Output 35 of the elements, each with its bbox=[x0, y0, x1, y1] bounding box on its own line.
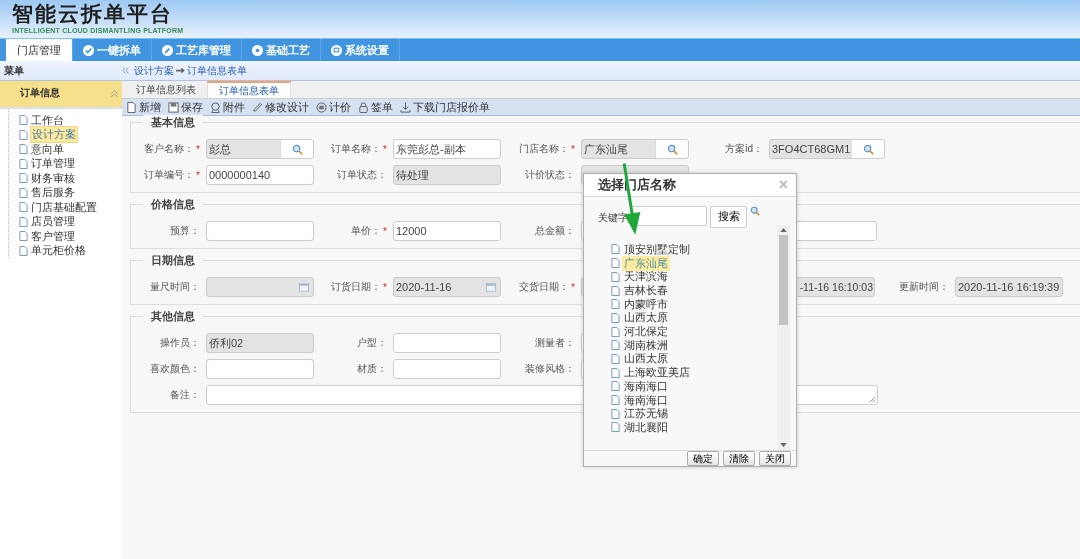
field-label: 订单编号： bbox=[144, 168, 195, 182]
field-label: 订单名称： bbox=[331, 142, 382, 156]
required-mark: * bbox=[383, 143, 387, 155]
section-title: 基本信息 bbox=[143, 115, 203, 130]
section-title: 价格信息 bbox=[143, 197, 203, 212]
required-mark: * bbox=[571, 281, 575, 293]
required-mark: * bbox=[383, 281, 387, 293]
field-label: 量尺时间： bbox=[150, 280, 200, 294]
menu-title: 菜单 bbox=[3, 63, 25, 78]
field-label: 装修风格： bbox=[525, 362, 575, 376]
required-mark: * bbox=[196, 143, 200, 155]
required-mark: * bbox=[196, 169, 200, 181]
field-label: 材质： bbox=[357, 362, 387, 376]
required-mark: * bbox=[571, 143, 575, 155]
field-label: 测量者： bbox=[535, 336, 575, 350]
field-label: 喜欢颜色： bbox=[150, 362, 200, 376]
field-label: 预算： bbox=[170, 224, 200, 238]
field-label: 方案id： bbox=[725, 142, 763, 156]
field-label: 门店名称： bbox=[519, 142, 570, 156]
field-label: 户型： bbox=[357, 336, 387, 350]
field-label: 计价状态： bbox=[525, 168, 575, 182]
field-label: 客户名称： bbox=[144, 142, 195, 156]
field-label: 总金额： bbox=[535, 224, 575, 238]
field-label: 操作员： bbox=[160, 336, 200, 350]
field-label: 订单状态： bbox=[337, 168, 387, 182]
logo-title: 智能云拆单平台 bbox=[12, 1, 174, 27]
field-label: 订货日期： bbox=[331, 280, 382, 294]
section-title: 日期信息 bbox=[143, 253, 203, 268]
section-title: 其他信息 bbox=[143, 309, 203, 324]
required-mark: * bbox=[383, 225, 387, 237]
keyword-label: 关键字 bbox=[598, 210, 628, 225]
field-label: 备注： bbox=[170, 388, 200, 402]
field-label: 单价： bbox=[351, 224, 382, 238]
field-label: 更新时间： bbox=[899, 280, 949, 294]
field-label: 交货日期： bbox=[519, 280, 570, 294]
